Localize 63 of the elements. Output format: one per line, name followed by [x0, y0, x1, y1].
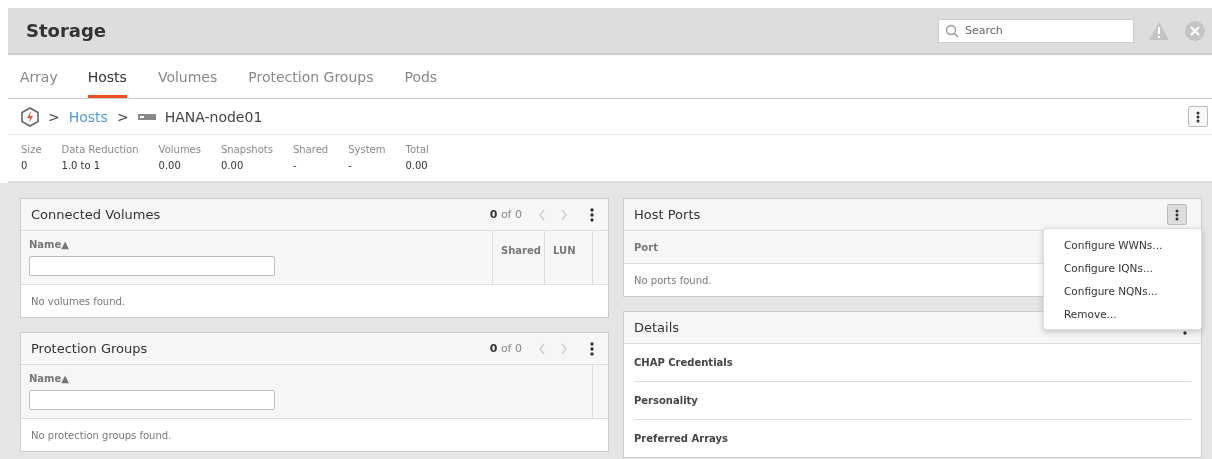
detail-label[interactable]: Personality	[634, 395, 698, 406]
panel-title: Connected Volumes	[31, 207, 161, 222]
stat-value: 0.00	[158, 160, 182, 171]
stat-value: -	[292, 160, 298, 171]
stat-label: Snapshots	[221, 144, 273, 155]
breadcrumb-separator: >	[48, 108, 60, 125]
chevron-left-icon[interactable]	[538, 208, 546, 221]
stat-value: 0	[21, 160, 29, 171]
empty-message: No protection groups found.	[31, 429, 172, 441]
stat-label: Size	[21, 144, 42, 155]
stat-value: 0.00	[405, 160, 429, 171]
panel-title: Host Ports	[634, 207, 701, 222]
chevron-left-icon[interactable]	[538, 342, 546, 355]
panel-title: Details	[634, 320, 680, 335]
filter-field[interactable]	[29, 256, 275, 276]
close-icon[interactable]	[1184, 19, 1206, 42]
page-title: Storage	[26, 20, 107, 41]
more-button[interactable]	[1167, 204, 1187, 225]
search-icon	[945, 23, 959, 38]
column-header[interactable]: Port	[634, 241, 658, 253]
column-header[interactable]: Name▲	[29, 373, 584, 384]
menu-item[interactable]: Configure WWNs...	[1044, 233, 1201, 256]
stat-label: System	[348, 144, 386, 155]
pager-count: 0 of 0	[489, 342, 522, 355]
stat-label: Shared	[292, 144, 329, 155]
filter-field[interactable]	[29, 390, 275, 410]
more-button[interactable]	[1188, 106, 1208, 127]
menu-item[interactable]: Configure NQNs...	[1044, 279, 1201, 302]
pager-count: 0 of 0	[489, 208, 522, 221]
tab[interactable]: Pods	[404, 55, 438, 98]
chevron-right-icon[interactable]	[560, 342, 568, 355]
array-logo-icon[interactable]	[21, 106, 39, 127]
detail-label[interactable]: Preferred Arrays	[634, 433, 728, 444]
warning-icon[interactable]	[1148, 20, 1170, 41]
menu-item[interactable]: Configure IQNs...	[1044, 256, 1201, 279]
stat-value: 1.0 to 1	[61, 160, 102, 171]
stat-value: 0.00	[221, 160, 245, 171]
search-field[interactable]: Search	[938, 18, 1134, 43]
stat-label: Volumes	[158, 144, 201, 155]
column-header[interactable]: LUN	[553, 245, 576, 256]
breadcrumb-separator: >	[116, 108, 129, 125]
chevron-right-icon[interactable]	[560, 208, 568, 221]
empty-message: No volumes found.	[31, 295, 126, 307]
menu-item[interactable]: Remove...	[1044, 302, 1201, 325]
column-header[interactable]: Shared	[501, 245, 541, 256]
tab[interactable]: Hosts	[87, 55, 127, 98]
stat-label: Data Reduction	[61, 144, 139, 155]
stat-label: Total	[405, 144, 429, 155]
detail-label[interactable]: CHAP Credentials	[634, 357, 733, 368]
tab[interactable]: Protection Groups	[248, 55, 374, 98]
tab[interactable]: Volumes	[157, 55, 218, 98]
kebab-icon	[1175, 208, 1179, 221]
kebab-icon[interactable]	[590, 207, 594, 222]
tab[interactable]: Array	[20, 55, 58, 98]
breadcrumb-current: HANA-node01	[164, 108, 263, 125]
kebab-icon	[1196, 110, 1200, 123]
host-icon	[137, 112, 156, 121]
empty-message: No ports found.	[634, 274, 712, 286]
breadcrumb-link[interactable]: Hosts	[68, 108, 108, 125]
panel-title: Protection Groups	[31, 341, 148, 356]
column-header[interactable]: Name▲	[29, 239, 484, 250]
stat-value: -	[348, 160, 353, 171]
kebab-icon[interactable]	[590, 341, 594, 356]
